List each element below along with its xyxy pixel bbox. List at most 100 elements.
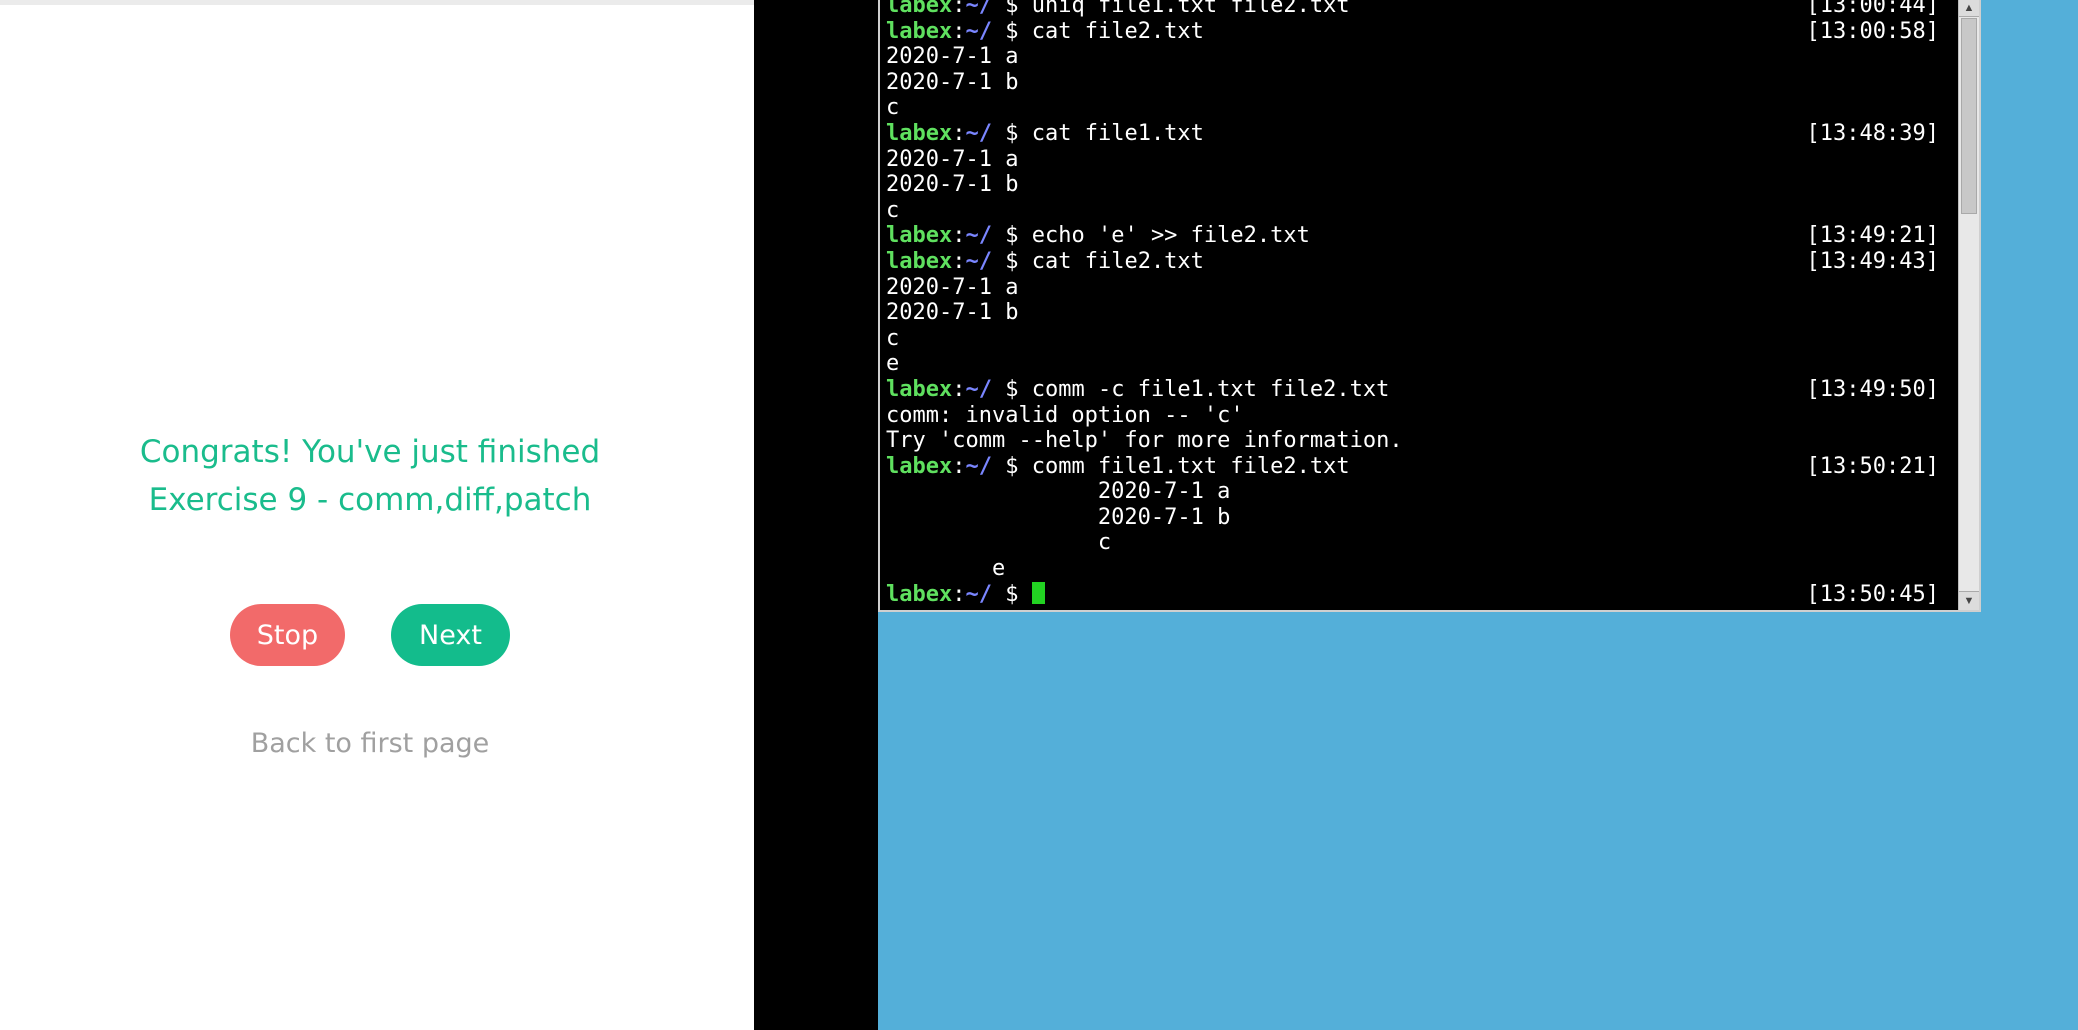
terminal-prompt-line: labex:~/ $ uniq file1.txt file2.txt [13:0… [886, 0, 1939, 19]
prompt-path: ~/ [965, 0, 992, 18]
command-timestamp: [13:49:21] [1806, 223, 1939, 249]
output-text: e [886, 351, 900, 377]
scroll-up-arrow-icon[interactable]: ▲ [1959, 0, 1979, 17]
command-text: echo 'e' >> file2.txt [1031, 223, 1310, 249]
terminal-output-line: 2020-7-1 a [886, 275, 1939, 301]
output-text: c [886, 325, 900, 351]
prompt-path: ~/ [965, 453, 992, 479]
output-text: 2020-7-1 b [886, 300, 1019, 326]
terminal-output-line: e [886, 556, 1939, 582]
prompt-separator: : [952, 0, 966, 18]
terminal-prompt-line: labex:~/ $ cat file2.txt [13:00:58] [886, 19, 1939, 45]
scroll-down-arrow-icon[interactable]: ▼ [1959, 591, 1979, 610]
prompt-separator: : [952, 581, 966, 607]
output-text: 2020-7-1 a [886, 479, 1231, 505]
prompt-user: labex [886, 581, 953, 607]
prompt-user: labex [886, 0, 953, 18]
terminal-output-line: 2020-7-1 a [886, 479, 1939, 505]
prompt-separator: : [952, 376, 966, 402]
prompt-symbol: $ [1005, 581, 1019, 607]
terminal-prompt-line: labex:~/ $ [13:50:45] [886, 581, 1939, 608]
prompt-path: ~/ [965, 223, 992, 249]
command-timestamp: [13:49:43] [1806, 248, 1939, 274]
terminal-output-line: comm: invalid option -- 'c' [886, 403, 1939, 429]
command-timestamp: [13:48:39] [1806, 120, 1939, 146]
output-text: c [886, 530, 1112, 556]
terminal-output-line: 2020-7-1 a [886, 147, 1939, 173]
command-text: cat file2.txt [1031, 248, 1204, 274]
terminal-output-line: 2020-7-1 a [886, 44, 1939, 70]
prompt-path: ~/ [965, 18, 992, 44]
output-text: c [886, 197, 900, 223]
prompt-symbol: $ [1005, 223, 1019, 249]
command-timestamp: [13:50:21] [1806, 453, 1939, 479]
congrats-line-1: Congrats! You've just finished [139, 434, 601, 470]
prompt-user: labex [886, 248, 953, 274]
command-text: comm file1.txt file2.txt [1031, 453, 1350, 479]
command-timestamp: [13:50:45] [1806, 581, 1939, 607]
prompt-path: ~/ [965, 581, 992, 607]
prompt-user: labex [886, 120, 953, 146]
terminal-output-line: 2020-7-1 b [886, 172, 1939, 198]
desktop-black-bar [754, 0, 878, 1030]
congrats-line-2: Exercise 9 - comm,diff,patch [148, 482, 592, 518]
next-button[interactable]: Next [391, 604, 510, 666]
stop-button[interactable]: Stop [230, 604, 345, 666]
terminal-prompt-line: labex:~/ $ comm file1.txt file2.txt [13:5… [886, 454, 1939, 480]
output-text: 2020-7-1 a [886, 274, 1019, 300]
prompt-path: ~/ [965, 120, 992, 146]
terminal-cursor [1031, 581, 1045, 604]
terminal-window[interactable]: labex:~/ $ uniq file1.txt file2.txt [13:0… [878, 0, 1981, 612]
terminal-output-line: e [886, 351, 1939, 377]
output-text: e [886, 556, 1006, 582]
output-text: 2020-7-1 a [886, 146, 1019, 172]
terminal-output-line: c [886, 530, 1939, 556]
terminal-prompt-line: labex:~/ $ cat file2.txt [13:49:43] [886, 249, 1939, 275]
command-text: uniq file1.txt file2.txt [1031, 0, 1350, 18]
command-text: cat file2.txt [1031, 18, 1204, 44]
prompt-symbol: $ [1005, 0, 1019, 18]
prompt-separator: : [952, 18, 966, 44]
terminal-output-line: 2020-7-1 b [886, 70, 1939, 96]
output-text: 2020-7-1 a [886, 44, 1019, 70]
scrollbar-thumb[interactable] [1961, 18, 1977, 214]
prompt-path: ~/ [965, 376, 992, 402]
prompt-symbol: $ [1005, 248, 1019, 274]
prompt-symbol: $ [1005, 453, 1019, 479]
terminal-prompt-line: labex:~/ $ comm -c file1.txt file2.txt [1… [886, 377, 1939, 403]
output-text: 2020-7-1 b [886, 504, 1231, 530]
command-text: cat file1.txt [1031, 120, 1204, 146]
terminal-output-line: 2020-7-1 b [886, 505, 1939, 531]
prompt-separator: : [952, 453, 966, 479]
output-text: 2020-7-1 b [886, 69, 1019, 95]
prompt-separator: : [952, 248, 966, 274]
command-timestamp: [13:00:44] [1806, 0, 1939, 18]
lab-panel: Congrats! You've just finished Exercise … [0, 0, 754, 1030]
command-timestamp: [13:49:50] [1806, 376, 1939, 402]
prompt-user: labex [886, 376, 953, 402]
top-strip [0, 0, 754, 5]
terminal-output-line: 2020-7-1 b [886, 300, 1939, 326]
terminal-output-line: c [886, 198, 1939, 224]
prompt-symbol: $ [1005, 376, 1019, 402]
prompt-user: labex [886, 18, 953, 44]
back-to-first-page-link[interactable]: Back to first page [0, 728, 740, 759]
prompt-symbol: $ [1005, 18, 1019, 44]
terminal-output[interactable]: labex:~/ $ uniq file1.txt file2.txt [13:0… [886, 0, 1939, 607]
output-text: c [886, 95, 900, 121]
terminal-output-line: Try 'comm --help' for more information. [886, 428, 1939, 454]
command-text: comm -c file1.txt file2.txt [1031, 376, 1390, 402]
output-text: comm: invalid option -- 'c' [886, 402, 1244, 428]
terminal-output-line: c [886, 326, 1939, 352]
prompt-user: labex [886, 453, 953, 479]
prompt-path: ~/ [965, 248, 992, 274]
prompt-symbol: $ [1005, 120, 1019, 146]
command-timestamp: [13:00:58] [1806, 18, 1939, 44]
prompt-user: labex [886, 223, 953, 249]
output-text: Try 'comm --help' for more information. [886, 428, 1403, 454]
terminal-prompt-line: labex:~/ $ echo 'e' >> file2.txt [13:49:2… [886, 223, 1939, 249]
terminal-prompt-line: labex:~/ $ cat file1.txt [13:48:39] [886, 121, 1939, 147]
terminal-scrollbar[interactable]: ▲ ▼ [1958, 0, 1979, 610]
prompt-separator: : [952, 120, 966, 146]
terminal-output-line: c [886, 95, 1939, 121]
